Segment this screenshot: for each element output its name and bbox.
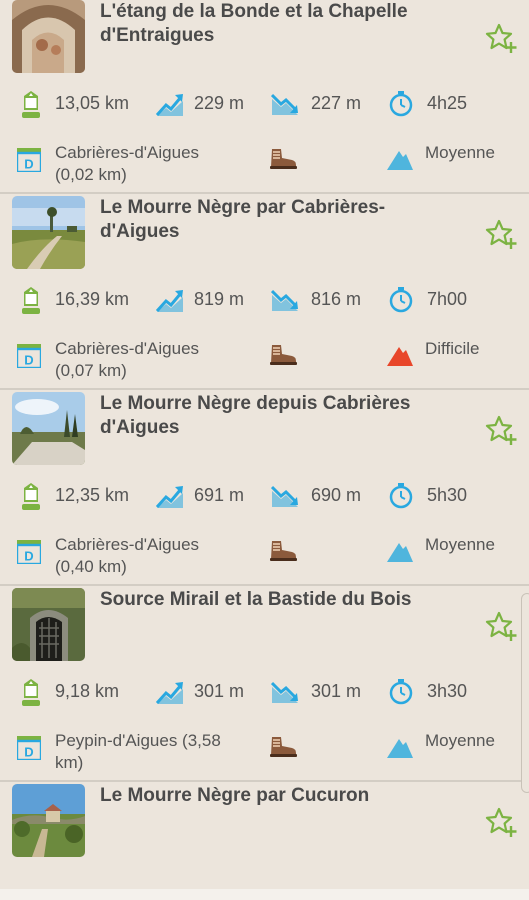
hike-thumbnail[interactable] — [12, 588, 85, 661]
descent-icon — [271, 289, 298, 311]
duration-value: 4h25 — [427, 93, 468, 113]
hike-stats: 12,35 km 691 m 690 m 5h30 — [0, 482, 529, 512]
hike-stats: 13,05 km 229 m 227 m 4h25 — [0, 90, 529, 120]
departure-location: Cabrières-d'Aigues (0,02 km) — [55, 143, 200, 184]
departure-sign-icon: D — [17, 344, 41, 368]
hike-title[interactable]: Source Mirail et la Bastide du Bois — [100, 588, 440, 612]
hike-info: D Cabrières-d'Aigues (0,07 km) Difficile — [0, 338, 529, 383]
departure-sign-icon: D — [17, 540, 41, 564]
star-plus-icon[interactable] — [485, 218, 517, 250]
departure-location: Cabrières-d'Aigues (0,07 km) — [55, 339, 200, 380]
hike-card[interactable]: Le Mourre Nègre par Cucuron — [0, 782, 529, 892]
mountain-icon — [387, 543, 413, 562]
svg-text:D: D — [24, 549, 33, 564]
hiking-boot-icon — [270, 737, 297, 757]
difficulty-label: Moyenne — [425, 535, 495, 554]
duration-value: 3h30 — [427, 681, 468, 701]
departure-location: Cabrières-d'Aigues (0,40 km) — [55, 535, 200, 576]
distance-marker-icon — [22, 483, 40, 510]
stopwatch-icon — [389, 287, 413, 313]
star-plus-icon[interactable] — [485, 806, 517, 838]
ascent-value: 229 m — [194, 93, 245, 113]
ascent-icon — [156, 94, 183, 117]
svg-text:D: D — [24, 353, 33, 368]
bottom-edge — [0, 889, 529, 900]
ascent-value: 819 m — [194, 289, 245, 309]
stopwatch-icon — [389, 679, 413, 705]
hike-stats: 16,39 km 819 m 816 m 7h00 — [0, 286, 529, 316]
distance-value: 16,39 km — [55, 289, 130, 309]
duration-value: 5h30 — [427, 485, 468, 505]
hike-card[interactable]: Le Mourre Nègre par Cabrières-d'Aigues 1… — [0, 194, 529, 390]
star-plus-icon[interactable] — [485, 414, 517, 446]
descent-icon — [271, 485, 298, 507]
mountain-icon — [387, 739, 413, 758]
ascent-icon — [156, 290, 183, 313]
svg-text:D: D — [24, 745, 33, 760]
distance-marker-icon — [22, 287, 40, 314]
distance-marker-icon — [22, 91, 40, 118]
hike-info: D Peypin-d'Aigues (3,58 km) Moyenne — [0, 730, 529, 775]
mountain-icon — [387, 347, 413, 366]
distance-value: 9,18 km — [55, 681, 120, 701]
ascent-icon — [156, 682, 183, 705]
hike-thumbnail[interactable] — [12, 784, 85, 857]
descent-icon — [271, 93, 298, 115]
hike-stats: 9,18 km 301 m 301 m 3h30 — [0, 678, 529, 708]
hike-title[interactable]: Le Mourre Nègre par Cucuron — [100, 784, 440, 808]
hike-card[interactable]: L'étang de la Bonde et la Chapelle d'Ent… — [0, 0, 529, 194]
hike-list[interactable]: L'étang de la Bonde et la Chapelle d'Ent… — [0, 0, 529, 892]
ascent-value: 301 m — [194, 681, 245, 701]
star-plus-icon[interactable] — [485, 22, 517, 54]
star-plus-icon[interactable] — [485, 610, 517, 642]
distance-value: 13,05 km — [55, 93, 130, 113]
hike-thumbnail[interactable] — [12, 0, 85, 73]
departure-location: Peypin-d'Aigues (3,58 km) — [55, 731, 221, 772]
departure-sign-icon: D — [17, 148, 41, 172]
hike-card[interactable]: Source Mirail et la Bastide du Bois 9,18… — [0, 586, 529, 782]
difficulty-label: Difficile — [425, 339, 480, 358]
descent-value: 816 m — [311, 289, 362, 309]
hike-title[interactable]: L'étang de la Bonde et la Chapelle d'Ent… — [100, 0, 440, 48]
mountain-icon — [387, 151, 413, 170]
hiking-boot-icon — [270, 541, 297, 561]
hike-thumbnail[interactable] — [12, 196, 85, 269]
hiking-boot-icon — [270, 345, 297, 365]
departure-sign-icon: D — [17, 736, 41, 760]
descent-icon — [271, 681, 298, 703]
distance-value: 12,35 km — [55, 485, 130, 505]
hike-card[interactable]: Le Mourre Nègre depuis Cabrières d'Aigue… — [0, 390, 529, 586]
hike-info: D Cabrières-d'Aigues (0,02 km) Moyenne — [0, 142, 529, 187]
hike-thumbnail[interactable] — [12, 392, 85, 465]
scrollbar-handle[interactable] — [521, 593, 529, 793]
ascent-value: 691 m — [194, 485, 245, 505]
stopwatch-icon — [389, 483, 413, 509]
hiking-boot-icon — [270, 149, 297, 169]
ascent-icon — [156, 486, 183, 509]
difficulty-label: Moyenne — [425, 731, 495, 750]
svg-text:D: D — [24, 157, 33, 172]
descent-value: 227 m — [311, 93, 362, 113]
distance-marker-icon — [22, 679, 40, 706]
descent-value: 301 m — [311, 681, 362, 701]
hike-info: D Cabrières-d'Aigues (0,40 km) Moyenne — [0, 534, 529, 579]
descent-value: 690 m — [311, 485, 362, 505]
stopwatch-icon — [389, 91, 413, 117]
hike-title[interactable]: Le Mourre Nègre par Cabrières-d'Aigues — [100, 196, 440, 244]
hike-title[interactable]: Le Mourre Nègre depuis Cabrières d'Aigue… — [100, 392, 440, 440]
duration-value: 7h00 — [427, 289, 468, 309]
difficulty-label: Moyenne — [425, 143, 495, 162]
